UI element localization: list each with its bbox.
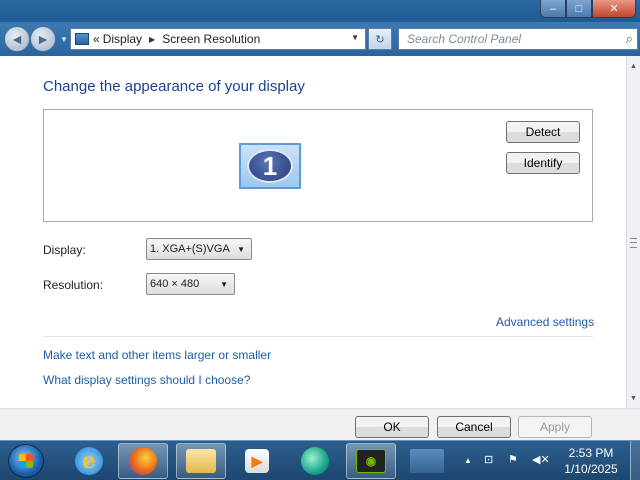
refresh-button[interactable]: ↻ [368, 28, 392, 50]
taskbar-file-explorer[interactable] [176, 443, 226, 479]
volume-muted-icon[interactable]: ◀✕ [532, 453, 550, 466]
display-select-value: 1. XGA+(S)VGA [150, 243, 230, 255]
resolution-select-value: 640 × 480 [150, 278, 200, 290]
messenger-icon [301, 447, 329, 475]
clock-time: 2:53 PM [568, 446, 614, 460]
monitor-number: 1 [247, 149, 293, 183]
breadcrumb-display[interactable]: Display [103, 32, 142, 46]
dialog-footer: OK Cancel Apply [0, 408, 640, 440]
minimize-button[interactable]: ‒ [540, 0, 566, 18]
search-placeholder: Search Control Panel [407, 32, 522, 46]
scroll-down-icon[interactable]: ▼ [627, 390, 640, 406]
breadcrumb-separator-icon[interactable]: ▶ [149, 35, 155, 44]
display-label: Display: [43, 243, 86, 257]
address-overflow[interactable]: « [93, 32, 100, 46]
taskbar-nvidia[interactable]: ◉ [346, 443, 396, 479]
clock-date: 1/10/2025 [564, 462, 618, 476]
start-button[interactable] [8, 444, 44, 478]
display-select[interactable]: 1. XGA+(S)VGA ▼ [146, 238, 252, 260]
network-icon[interactable]: ⊡ [484, 453, 493, 466]
refresh-icon: ↻ [375, 33, 385, 46]
taskbar: e ▶ ◉ ▲ ⊡ ⚑ ◀✕ 2:53 PM 1/10/2025 [0, 440, 640, 480]
window-controls: ‒ □ ✕ [540, 0, 636, 18]
taskbar-display[interactable] [402, 443, 452, 479]
display-icon [410, 449, 444, 473]
maximize-icon: □ [575, 2, 583, 15]
page-title: Change the appearance of your display [43, 78, 305, 95]
taskbar-messenger[interactable] [290, 443, 340, 479]
recent-pages-dropdown-icon[interactable]: ▼ [60, 35, 68, 44]
close-button[interactable]: ✕ [592, 0, 636, 18]
forward-arrow-icon: ► [36, 31, 50, 47]
scroll-thumb-grip[interactable] [630, 238, 637, 248]
internet-explorer-icon: e [75, 447, 103, 475]
minimize-icon: ‒ [549, 2, 557, 15]
address-dropdown-icon[interactable]: ▼ [351, 33, 359, 42]
monitor-1-tile[interactable]: 1 [239, 143, 301, 189]
scroll-up-icon[interactable]: ▲ [627, 58, 640, 74]
chevron-down-icon: ▼ [237, 245, 245, 254]
monitor-panel: 1 Detect Identify [43, 109, 593, 222]
close-icon: ✕ [609, 3, 619, 15]
back-arrow-icon: ◄ [10, 31, 24, 47]
identify-button[interactable]: Identify [506, 152, 580, 174]
media-player-icon: ▶ [245, 449, 269, 473]
taskbar-media-player[interactable]: ▶ [232, 443, 282, 479]
resolution-select[interactable]: 640 × 480 ▼ [146, 273, 235, 295]
search-icon[interactable]: ⌕ [626, 31, 633, 47]
detect-button[interactable]: Detect [506, 121, 580, 143]
apply-button[interactable]: Apply [518, 416, 592, 438]
search-input[interactable]: Search Control Panel ⌕ [398, 28, 638, 50]
vertical-scrollbar[interactable]: ▲ ▼ [626, 56, 640, 408]
address-bar[interactable]: « Display ▶ Screen Resolution ▼ [70, 28, 366, 50]
display-settings-help-link[interactable]: What display settings should I choose? [43, 373, 250, 387]
window-titlebar: ‒ □ ✕ [0, 0, 640, 22]
taskbar-clock[interactable]: 2:53 PM 1/10/2025 [556, 445, 626, 477]
show-hidden-icons-icon[interactable]: ▲ [464, 456, 472, 465]
maximize-button[interactable]: □ [566, 0, 592, 18]
section-divider [43, 336, 593, 337]
cancel-button[interactable]: Cancel [437, 416, 511, 438]
forward-button[interactable]: ► [30, 26, 56, 52]
ok-button[interactable]: OK [355, 416, 429, 438]
taskbar-internet-explorer[interactable]: e [64, 443, 114, 479]
taskbar-firefox[interactable] [118, 443, 168, 479]
advanced-settings-link[interactable]: Advanced settings [496, 315, 594, 329]
control-panel-icon [75, 33, 89, 45]
chevron-down-icon: ▼ [220, 280, 228, 289]
file-explorer-icon [186, 449, 216, 473]
make-text-larger-link[interactable]: Make text and other items larger or smal… [43, 348, 271, 362]
firefox-icon [129, 447, 157, 475]
action-center-flag-icon[interactable]: ⚑ [508, 453, 518, 466]
show-desktop-button[interactable] [630, 441, 640, 480]
back-button[interactable]: ◄ [4, 26, 30, 52]
nvidia-icon: ◉ [356, 449, 386, 473]
main-content: Change the appearance of your display 1 … [0, 56, 626, 408]
breadcrumb-screen-resolution[interactable]: Screen Resolution [162, 32, 260, 46]
resolution-label: Resolution: [43, 278, 104, 292]
